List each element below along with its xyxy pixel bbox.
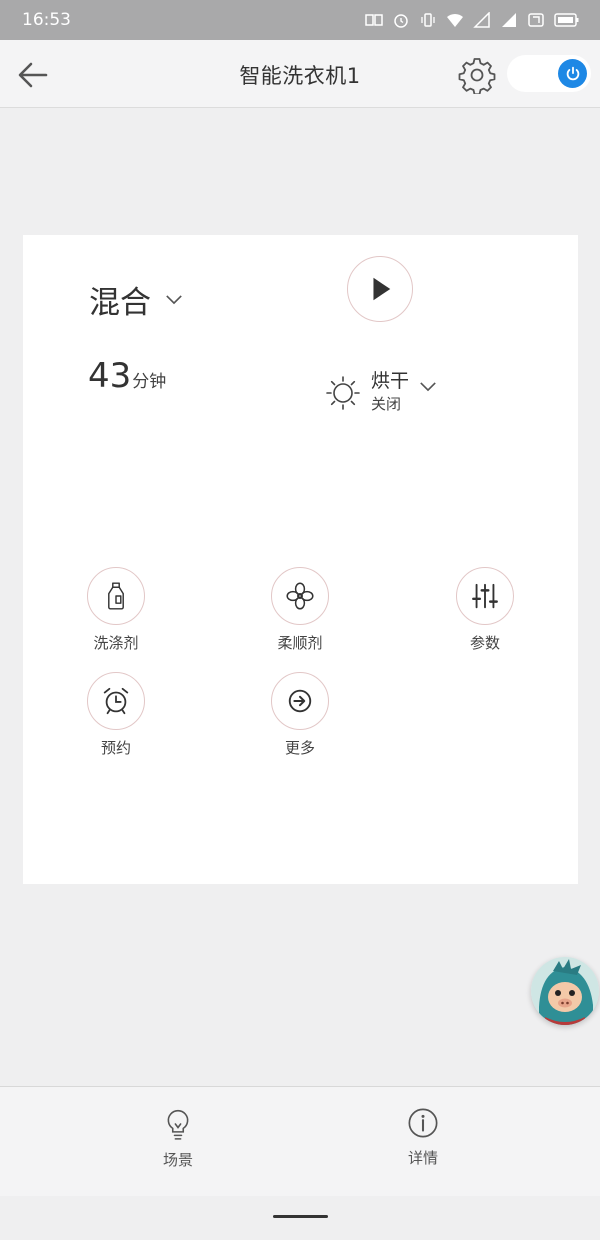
arrow-right-circle-icon xyxy=(288,689,312,713)
chevron-down-icon xyxy=(166,295,182,305)
gear-icon xyxy=(458,58,496,96)
duration-display: 43 分钟 xyxy=(88,356,166,396)
softener-circle xyxy=(271,567,329,625)
signal-icon-1 xyxy=(473,12,491,28)
chevron-down-icon xyxy=(420,381,436,391)
settings-button[interactable] xyxy=(458,56,496,96)
nav-details-label: 详情 xyxy=(407,1149,438,1167)
detergent-circle xyxy=(87,567,145,625)
status-time: 16:53 xyxy=(22,10,71,30)
parameters-button[interactable]: 参数 xyxy=(430,567,540,653)
sliders-icon xyxy=(472,583,498,609)
mode-selector[interactable]: 混合 xyxy=(89,277,183,322)
more-button[interactable]: 更多 xyxy=(245,672,355,758)
lightbulb-icon xyxy=(167,1109,189,1140)
bottom-nav: 场景 详情 xyxy=(0,1086,600,1196)
detergent-bottle-icon xyxy=(108,582,124,610)
start-button[interactable] xyxy=(347,256,413,322)
duration-unit: 分钟 xyxy=(132,372,167,392)
detergent-button[interactable]: 洗涤剂 xyxy=(61,567,171,653)
mode-label: 混合 xyxy=(89,285,151,321)
nav-scene-label: 场景 xyxy=(162,1151,193,1169)
dry-label: 烘干 xyxy=(371,370,410,392)
schedule-circle xyxy=(87,672,145,730)
softener-button[interactable]: 柔顺剂 xyxy=(245,567,355,653)
assistant-avatar[interactable] xyxy=(531,957,599,1025)
more-label: 更多 xyxy=(284,739,315,757)
nfc-icon xyxy=(527,12,545,28)
power-knob xyxy=(558,59,587,88)
parameters-label: 参数 xyxy=(469,634,500,652)
alarm-clock-icon xyxy=(103,687,129,715)
dry-status: 关闭 xyxy=(371,395,402,413)
cartoon-character-icon xyxy=(531,957,599,1025)
alarm-status-icon xyxy=(392,12,410,28)
control-card: 混合 43 分钟 烘干 关闭 洗涤剂 柔顺剂 参数 预约 更多 xyxy=(23,235,578,884)
signal-icon-2 xyxy=(500,12,518,28)
more-circle xyxy=(271,672,329,730)
power-icon xyxy=(566,66,579,80)
play-icon xyxy=(373,277,391,301)
gesture-bar[interactable] xyxy=(273,1215,328,1218)
detergent-label: 洗涤剂 xyxy=(93,634,139,652)
schedule-button[interactable]: 预约 xyxy=(61,672,171,758)
schedule-label: 预约 xyxy=(100,739,131,757)
flower-icon xyxy=(286,582,314,610)
power-toggle[interactable] xyxy=(507,55,591,92)
status-bar: 16:53 xyxy=(0,0,600,40)
battery-icon xyxy=(554,12,580,28)
duration-value: 43 xyxy=(88,356,132,396)
nav-scene[interactable]: 场景 xyxy=(138,1107,218,1170)
info-icon xyxy=(408,1108,438,1138)
vibrate-icon xyxy=(419,12,437,28)
data-usage-icon xyxy=(365,12,383,28)
status-icons xyxy=(365,12,580,28)
wifi-icon xyxy=(446,12,464,28)
dry-text: 烘干 关闭 xyxy=(371,370,409,416)
softener-label: 柔顺剂 xyxy=(277,634,323,652)
dry-selector[interactable]: 烘干 关闭 xyxy=(323,370,437,416)
nav-details[interactable]: 详情 xyxy=(383,1107,463,1168)
sun-icon xyxy=(326,376,360,410)
header: 智能洗衣机1 xyxy=(0,40,600,108)
parameters-circle xyxy=(456,567,514,625)
